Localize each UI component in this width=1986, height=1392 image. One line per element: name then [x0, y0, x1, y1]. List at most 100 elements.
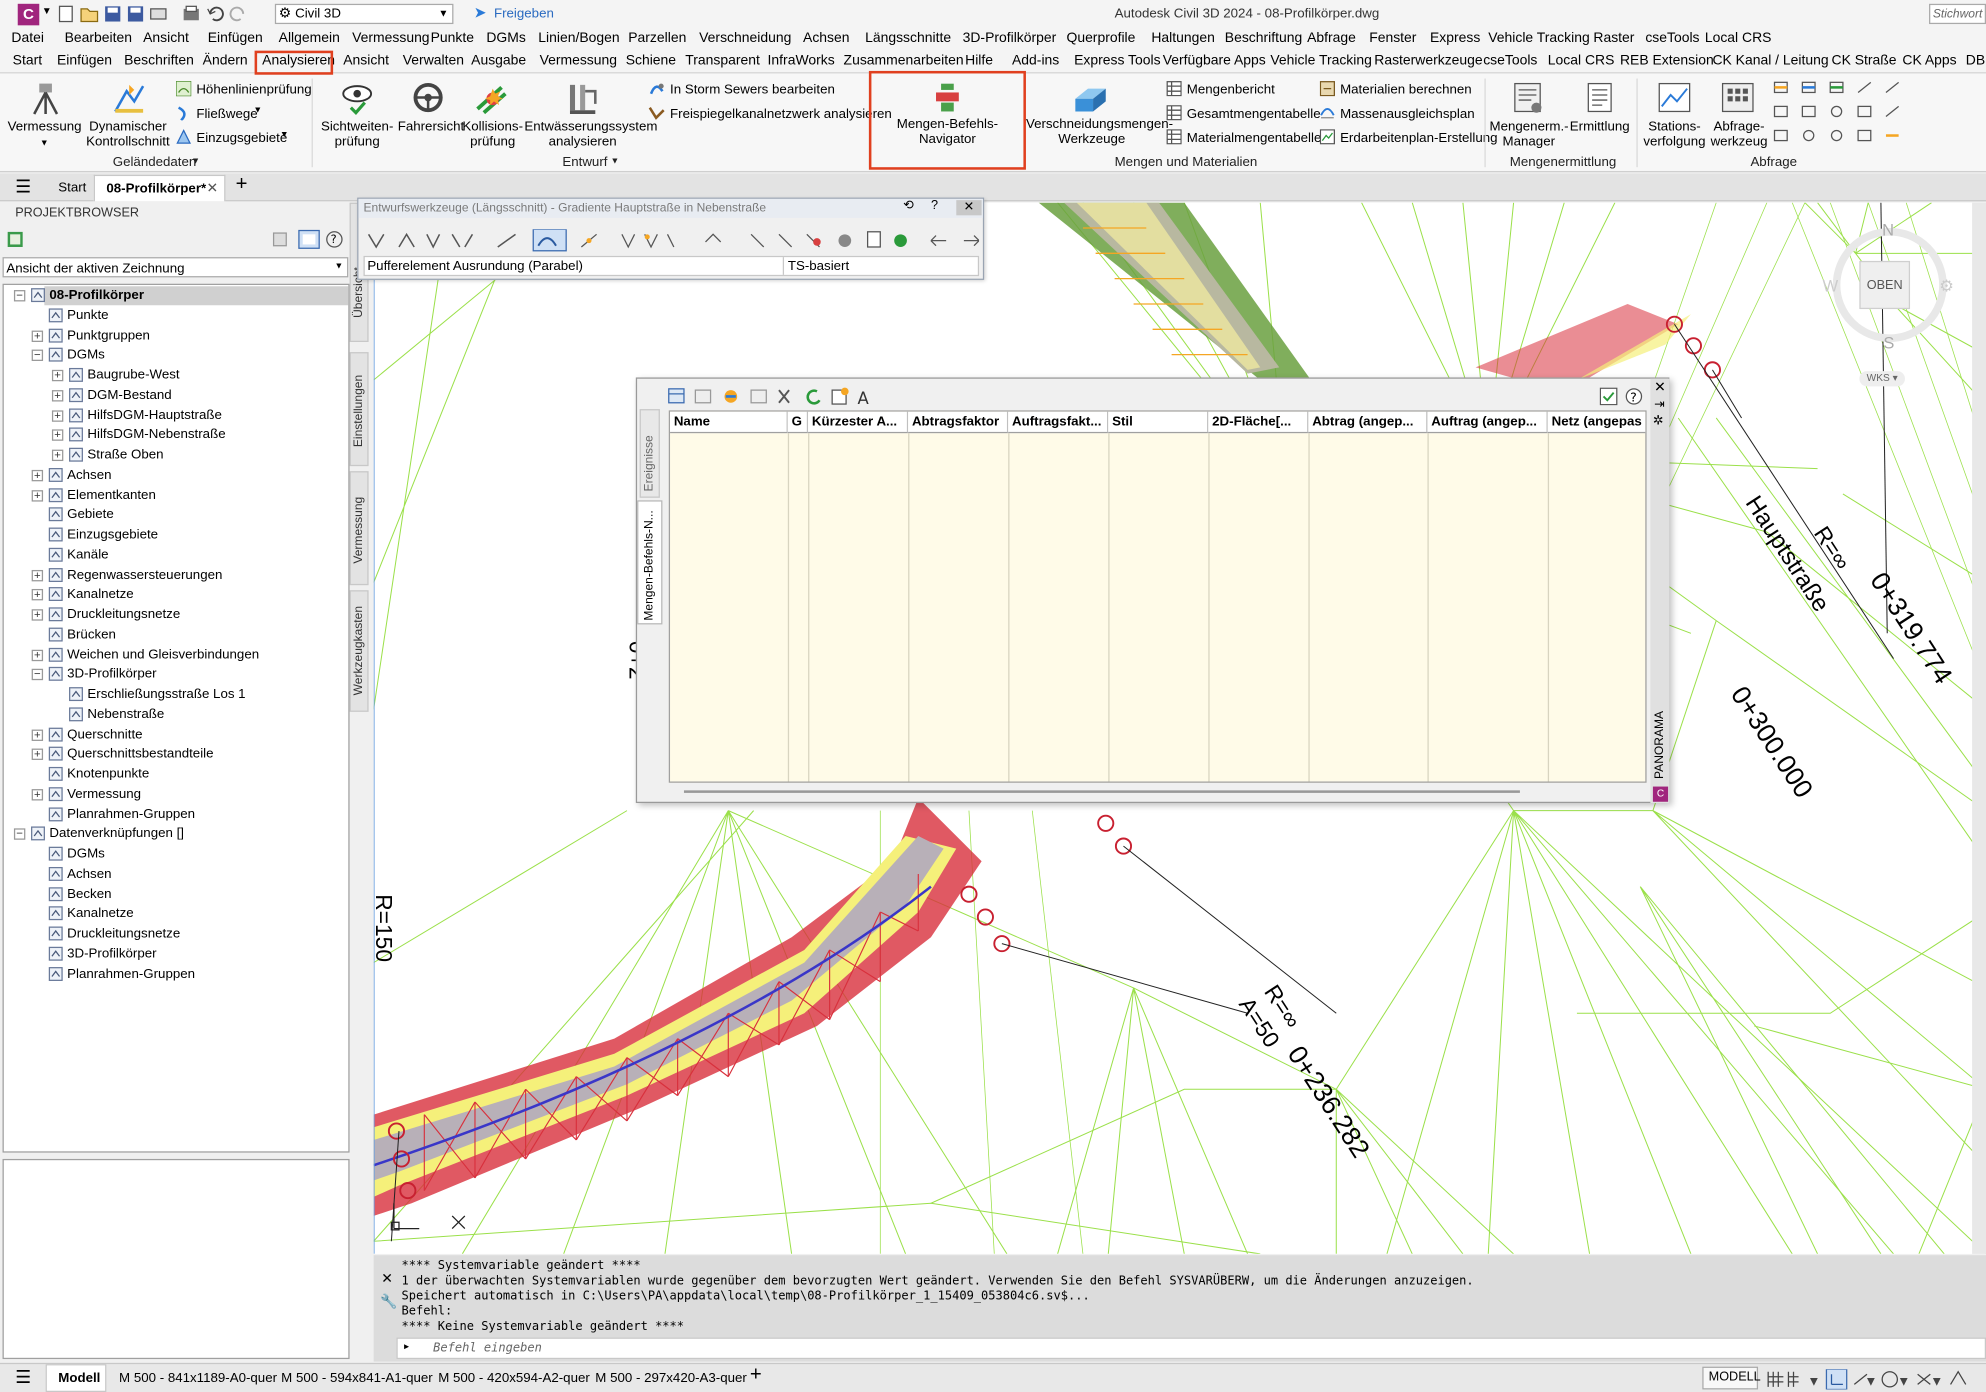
tree-item[interactable]: + Baugrube-West	[4, 366, 349, 385]
tree-item[interactable]: Brücken	[4, 625, 349, 644]
checkbox-icon[interactable]	[1599, 387, 1618, 406]
layout-tab-a2[interactable]: M 500 - 420x594-A2-quer	[438, 1370, 590, 1385]
close-button[interactable]: ✕	[956, 200, 982, 216]
tree-expander-icon[interactable]: +	[31, 469, 44, 481]
viewcube-south[interactable]: S	[1883, 333, 1894, 352]
menu-item[interactable]: Einfügen	[208, 30, 263, 45]
tree-expander-icon[interactable]: +	[31, 329, 44, 342]
takeoff-button[interactable]: Ermittlung	[1566, 119, 1634, 134]
menu-item[interactable]: Verschneidung	[699, 30, 791, 45]
ribbon-tab[interactable]: Einfügen	[57, 53, 112, 68]
ribbon-tab[interactable]: Beschriften	[124, 53, 194, 68]
flow-paths-button[interactable]: Fließwege	[196, 106, 257, 121]
tree-item[interactable]: + Elementkanten	[4, 486, 349, 505]
menu-item[interactable]: Express	[1430, 30, 1480, 45]
tree-item[interactable]: Becken	[4, 885, 349, 904]
grading-volume-button[interactable]: Verschneidungsmengen-Werkzeuge	[1026, 117, 1173, 147]
ribbon-tab[interactable]: Verfügbare Apps	[1163, 53, 1266, 68]
hamburger-menu-icon[interactable]: ☰	[15, 1367, 31, 1389]
tree-item[interactable]: + Vermessung	[4, 785, 349, 804]
viewcube[interactable]: N W S ⚙ OBEN WKS ▾	[1818, 215, 1970, 392]
wcs-badge[interactable]: WKS ▾	[1859, 371, 1905, 387]
viewcube-west[interactable]: W	[1823, 276, 1839, 295]
menu-item[interactable]: Vermessung	[352, 30, 429, 45]
panorama-window[interactable]: A ? Name G Kürzester A... Abtragsfaktor Auft…	[635, 377, 1670, 804]
takeoff-manager-button[interactable]: Mengenerm.-Manager	[1490, 119, 1569, 149]
menu-item[interactable]: Achsen	[803, 30, 849, 45]
menu-item[interactable]: Allgemein	[279, 30, 340, 45]
panel-chevron-icon[interactable]: ▼	[191, 157, 200, 166]
tree-item[interactable]: Punkte	[4, 306, 349, 325]
grid-column-header[interactable]: Netz (angepas	[1547, 411, 1646, 434]
menu-item[interactable]: Längsschnitte	[865, 30, 951, 45]
layout-tab-model[interactable]: Modell	[45, 1364, 107, 1392]
hamburger-menu-icon[interactable]: ☰	[15, 176, 31, 198]
ribbon-tab[interactable]: Ansicht	[343, 53, 389, 68]
layout-tab-a0[interactable]: M 500 - 841x1189-A0-quer	[119, 1370, 277, 1385]
inquiry-small-icons[interactable]	[1773, 81, 1905, 147]
drainage-analyze-button[interactable]: Entwässerungssystem analysieren	[524, 119, 657, 149]
ribbon-tab[interactable]: CK Straße	[1832, 53, 1897, 68]
panorama-toolbar-icons[interactable]: A	[667, 386, 882, 407]
workspace-select[interactable]: ⚙ Civil 3D ▼	[274, 3, 454, 25]
gravity-network-button[interactable]: Freispiegelkanalnetzwerk analysieren	[670, 106, 892, 121]
tree-item[interactable]: + Straße Oben	[4, 446, 349, 465]
tree-item[interactable]: Planrahmen-Gruppen	[4, 805, 349, 824]
tree-expander-icon[interactable]: +	[31, 609, 44, 621]
tree-expander-icon[interactable]: +	[51, 369, 64, 382]
panel-title-gelaendedaten[interactable]: Geländedaten	[113, 155, 197, 170]
menu-item[interactable]: Vehicle Tracking	[1488, 30, 1589, 45]
tree-expander-icon[interactable]: −	[13, 828, 26, 841]
tree-expander-icon[interactable]: +	[31, 648, 44, 661]
menu-item[interactable]: Haltungen	[1151, 30, 1215, 45]
status-toggle-icons[interactable]: ▼ ▼ ▼ ▼	[1766, 1369, 1981, 1390]
add-tab-icon[interactable]: +	[236, 174, 248, 197]
tree-expander-icon[interactable]: +	[51, 409, 64, 422]
tree-item[interactable]: Erschließungsstraße Los 1	[4, 685, 349, 704]
tree-item[interactable]: Knotenpunkte	[4, 765, 349, 784]
mass-haul-button[interactable]: Massenausgleichsplan	[1340, 106, 1475, 121]
autohide-icon[interactable]: ⇥	[1654, 398, 1665, 412]
app-logo-icon[interactable]: C	[17, 3, 40, 26]
menu-item[interactable]: Parzellen	[628, 30, 686, 45]
side-tab-ereignisse[interactable]: Ereignisse	[639, 409, 660, 498]
compute-materials-button[interactable]: Materialien berechnen	[1340, 82, 1472, 97]
storm-sewers-button[interactable]: In Storm Sewers bearbeiten	[670, 82, 835, 97]
tree-expander-icon[interactable]: +	[31, 748, 44, 761]
quantity-report-button[interactable]: Mengenbericht	[1187, 82, 1275, 97]
ribbon-tab[interactable]: Zusammenarbeiten	[844, 53, 964, 68]
menu-item[interactable]: 3D-Profilkörper	[963, 30, 1057, 45]
tree-item[interactable]: Nebenstraße	[4, 705, 349, 724]
grid-column-header[interactable]: Kürzester A...	[808, 411, 909, 434]
menu-item[interactable]: Punkte	[431, 30, 474, 45]
close-icon[interactable]: ✕	[1654, 379, 1666, 395]
panorama-hscroll[interactable]	[683, 790, 1520, 793]
ribbon-tab[interactable]: CK Kanal / Leitung	[1712, 53, 1828, 68]
share-icon[interactable]: ➤	[474, 4, 487, 22]
inquiry-tool-button[interactable]: Abfrage-werkzeug	[1707, 119, 1770, 149]
grid-column-header[interactable]: Abtrag (angep...	[1308, 411, 1428, 434]
tree-item[interactable]: DGMs	[4, 845, 349, 864]
dynamic-section-button[interactable]: Dynamischer Kontrollschnitt	[86, 119, 170, 149]
refresh-icon[interactable]: ⟲	[903, 199, 914, 213]
menu-item[interactable]: Local CRS	[1705, 30, 1772, 45]
menu-item[interactable]: Linien/Bogen	[538, 30, 619, 45]
model-space-button[interactable]: MODELL	[1702, 1366, 1761, 1390]
close-icon[interactable]: ✕	[381, 1270, 393, 1286]
app-menu-arrow-icon[interactable]: ▼	[42, 5, 52, 16]
ribbon-tab[interactable]: Verwalten	[403, 53, 464, 68]
grid-column-header[interactable]: Auftragsfakt...	[1008, 411, 1109, 434]
tree-expander-icon[interactable]: +	[31, 728, 44, 741]
collision-check-button[interactable]: Kollisions-prüfung	[461, 119, 524, 149]
help-icon[interactable]: ?	[1625, 388, 1643, 406]
menu-item[interactable]: Bearbeiten	[65, 30, 132, 45]
tree-expander-icon[interactable]: +	[51, 449, 64, 462]
share-button[interactable]: Freigeben	[494, 6, 554, 21]
menu-item[interactable]: Querprofile	[1066, 30, 1135, 45]
ewz-titlebar[interactable]: Entwurfswerkzeuge (Längsschnitt) - Gradi…	[358, 198, 983, 218]
layout-tab-a3[interactable]: M 500 - 297x420-A3-quer	[595, 1370, 747, 1385]
command-input[interactable]: ▸ Befehl eingeben	[396, 1337, 1986, 1360]
tree-expander-icon[interactable]: +	[51, 389, 64, 402]
tree-expander-icon[interactable]: +	[31, 589, 44, 601]
quick-access-icons[interactable]	[58, 5, 273, 23]
